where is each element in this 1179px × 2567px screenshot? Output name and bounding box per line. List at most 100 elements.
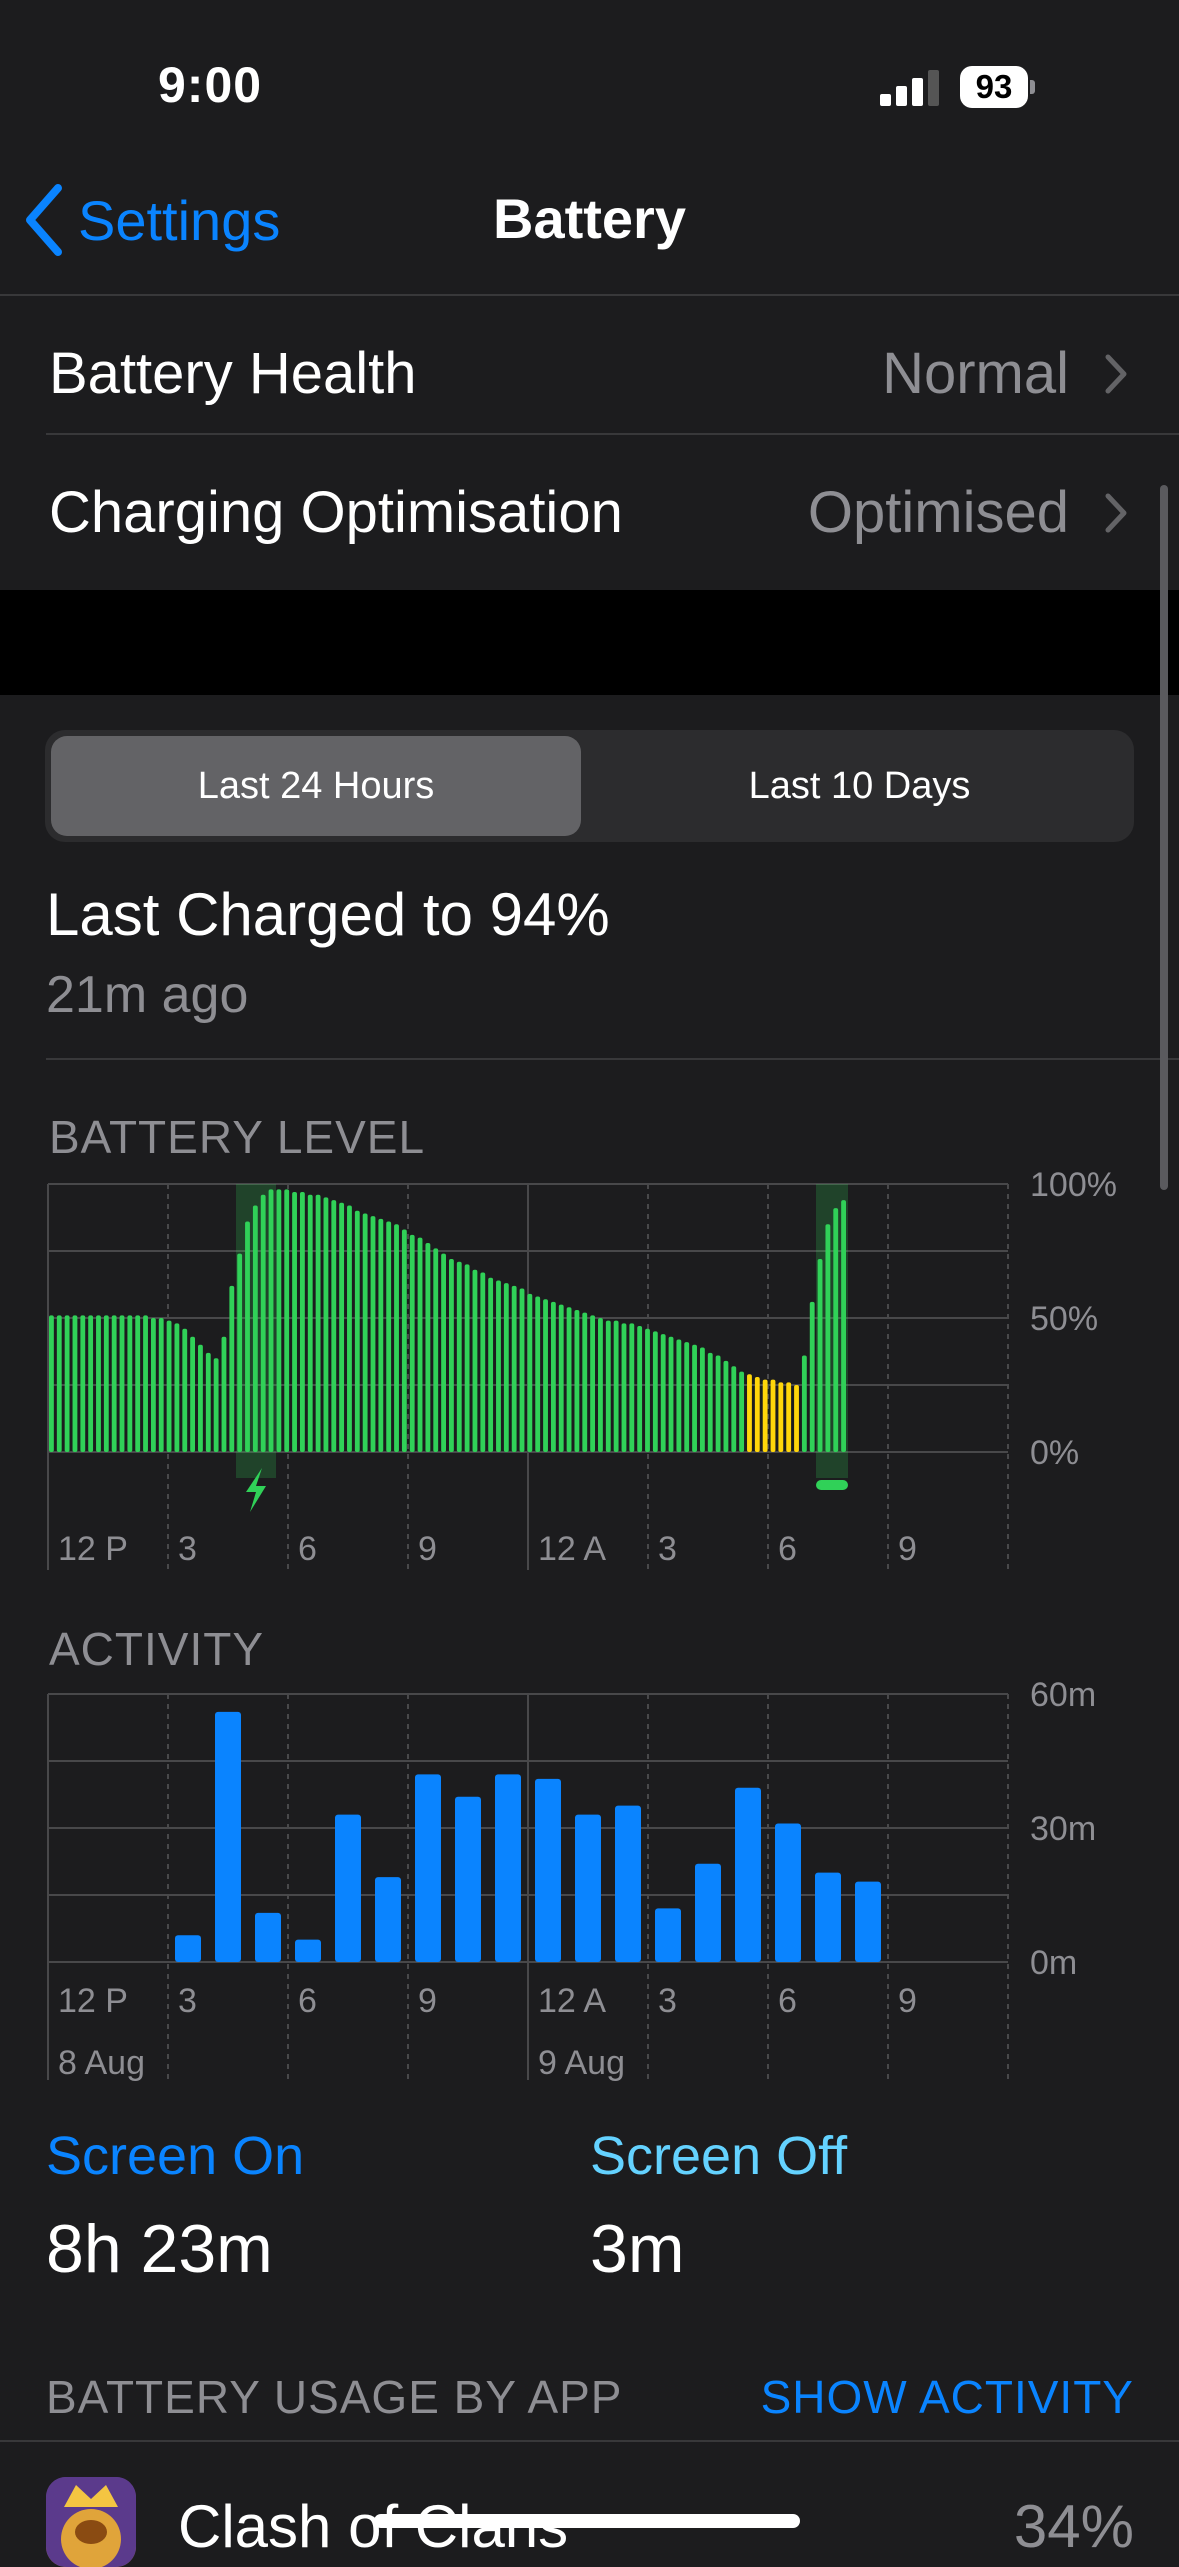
battery-x-tick: 12 P bbox=[58, 1530, 128, 1568]
battery-bar bbox=[103, 1315, 109, 1452]
activity-bar bbox=[415, 1774, 441, 1962]
battery-health-value: Normal bbox=[882, 341, 1069, 406]
activity-bar bbox=[335, 1814, 361, 1962]
battery-bar bbox=[817, 1259, 823, 1452]
battery-bar bbox=[676, 1339, 682, 1452]
battery-bar bbox=[135, 1315, 141, 1452]
battery-y-tick: 50% bbox=[1030, 1300, 1099, 1338]
activity-x-tick: 6 bbox=[778, 1982, 797, 2020]
activity-bar bbox=[735, 1787, 761, 1962]
battery-bar bbox=[692, 1344, 697, 1452]
section-gap bbox=[0, 590, 1179, 695]
battery-bar bbox=[119, 1315, 125, 1452]
battery-bar bbox=[245, 1221, 250, 1452]
segment-last-10-days[interactable]: Last 10 Days bbox=[591, 736, 1128, 836]
battery-bar bbox=[409, 1234, 415, 1452]
battery-bar bbox=[441, 1253, 446, 1452]
battery-bar bbox=[158, 1318, 164, 1452]
battery-bar bbox=[464, 1264, 470, 1452]
battery-x-tick: 3 bbox=[658, 1530, 677, 1568]
battery-bar bbox=[307, 1194, 313, 1452]
battery-bar bbox=[833, 1208, 839, 1452]
battery-x-tick: 6 bbox=[778, 1530, 797, 1568]
battery-bar bbox=[660, 1334, 666, 1452]
charging-optimisation-row[interactable]: Charging Optimisation Optimised bbox=[0, 435, 1179, 590]
battery-bar bbox=[88, 1315, 94, 1452]
battery-bar bbox=[401, 1229, 407, 1452]
battery-bar bbox=[786, 1382, 792, 1452]
status-time: 9:00 bbox=[158, 57, 263, 113]
activity-x-tick: 9 bbox=[898, 1982, 917, 2020]
back-label: Settings bbox=[78, 188, 281, 252]
activity-bar bbox=[575, 1814, 601, 1962]
battery-bar bbox=[715, 1355, 721, 1452]
activity-bar bbox=[815, 1872, 841, 1962]
battery-bar bbox=[292, 1192, 297, 1452]
clash-of-clans-app-icon bbox=[46, 2477, 136, 2567]
battery-health-row[interactable]: Battery Health Normal bbox=[0, 296, 1179, 451]
show-activity-button[interactable]: SHOW ACTIVITY bbox=[761, 2370, 1134, 2424]
battery-bar bbox=[762, 1379, 768, 1452]
battery-bar bbox=[347, 1205, 352, 1452]
battery-bar bbox=[425, 1242, 431, 1452]
app-usage-percent: 34% bbox=[1013, 2493, 1134, 2560]
activity-bar bbox=[695, 1863, 721, 1962]
battery-bar bbox=[339, 1202, 345, 1452]
segment-last-24-hours[interactable]: Last 24 Hours bbox=[51, 736, 581, 836]
battery-bar bbox=[629, 1323, 635, 1452]
battery-bar bbox=[49, 1315, 54, 1452]
battery-bar bbox=[72, 1315, 78, 1452]
battery-bar bbox=[543, 1299, 548, 1452]
battery-bar bbox=[252, 1205, 258, 1452]
date-label: 8 Aug bbox=[58, 2044, 145, 2082]
battery-x-tick: 6 bbox=[298, 1530, 317, 1568]
battery-bar bbox=[386, 1221, 392, 1452]
back-button[interactable]: Settings bbox=[24, 180, 280, 260]
activity-x-tick: 12 P bbox=[58, 1982, 128, 2020]
activity-chart bbox=[47, 1693, 1009, 2080]
chevron-left-icon bbox=[26, 184, 62, 256]
battery-bar bbox=[731, 1366, 737, 1452]
battery-bar bbox=[707, 1352, 713, 1452]
battery-bar bbox=[598, 1318, 603, 1452]
chevron-right-icon bbox=[1105, 354, 1127, 394]
battery-bar bbox=[519, 1288, 525, 1452]
battery-bar bbox=[621, 1323, 627, 1452]
activity-bar bbox=[615, 1805, 641, 1962]
battery-bar bbox=[574, 1309, 580, 1452]
battery-bar bbox=[770, 1379, 776, 1452]
battery-bar bbox=[558, 1304, 564, 1452]
scroll-indicator[interactable] bbox=[1160, 485, 1168, 1190]
battery-bar bbox=[645, 1328, 650, 1452]
last-charged-ago: 21m ago bbox=[46, 966, 249, 1024]
battery-bar bbox=[354, 1210, 360, 1452]
battery-bar bbox=[825, 1224, 831, 1452]
battery-x-tick: 9 bbox=[898, 1530, 917, 1568]
battery-bar bbox=[166, 1320, 172, 1452]
battery-bar bbox=[480, 1272, 486, 1452]
battery-bar bbox=[449, 1259, 454, 1452]
battery-bar bbox=[637, 1326, 643, 1452]
activity-bar bbox=[775, 1823, 801, 1962]
battery-bar bbox=[143, 1315, 148, 1452]
app-usage-row[interactable]: Clash of Clans 34% bbox=[0, 2442, 1179, 2567]
battery-bar bbox=[527, 1293, 533, 1452]
battery-bar bbox=[801, 1355, 807, 1452]
battery-bar bbox=[150, 1318, 156, 1452]
battery-bar bbox=[213, 1358, 219, 1452]
battery-x-tick: 9 bbox=[418, 1530, 437, 1568]
battery-bar bbox=[198, 1344, 203, 1452]
home-indicator[interactable] bbox=[374, 2514, 800, 2528]
activity-bar bbox=[255, 1912, 281, 1962]
battery-bar bbox=[472, 1269, 478, 1452]
battery-bar bbox=[182, 1328, 188, 1452]
battery-level-title: BATTERY LEVEL bbox=[49, 1111, 426, 1163]
battery-bar bbox=[174, 1323, 180, 1452]
battery-bar bbox=[605, 1320, 611, 1452]
battery-bar bbox=[739, 1371, 745, 1452]
activity-bar bbox=[375, 1877, 401, 1962]
activity-title: ACTIVITY bbox=[49, 1623, 265, 1675]
activity-bar bbox=[295, 1939, 321, 1962]
date-label: 9 Aug bbox=[538, 2044, 625, 2082]
battery-y-tick: 0% bbox=[1030, 1434, 1080, 1472]
